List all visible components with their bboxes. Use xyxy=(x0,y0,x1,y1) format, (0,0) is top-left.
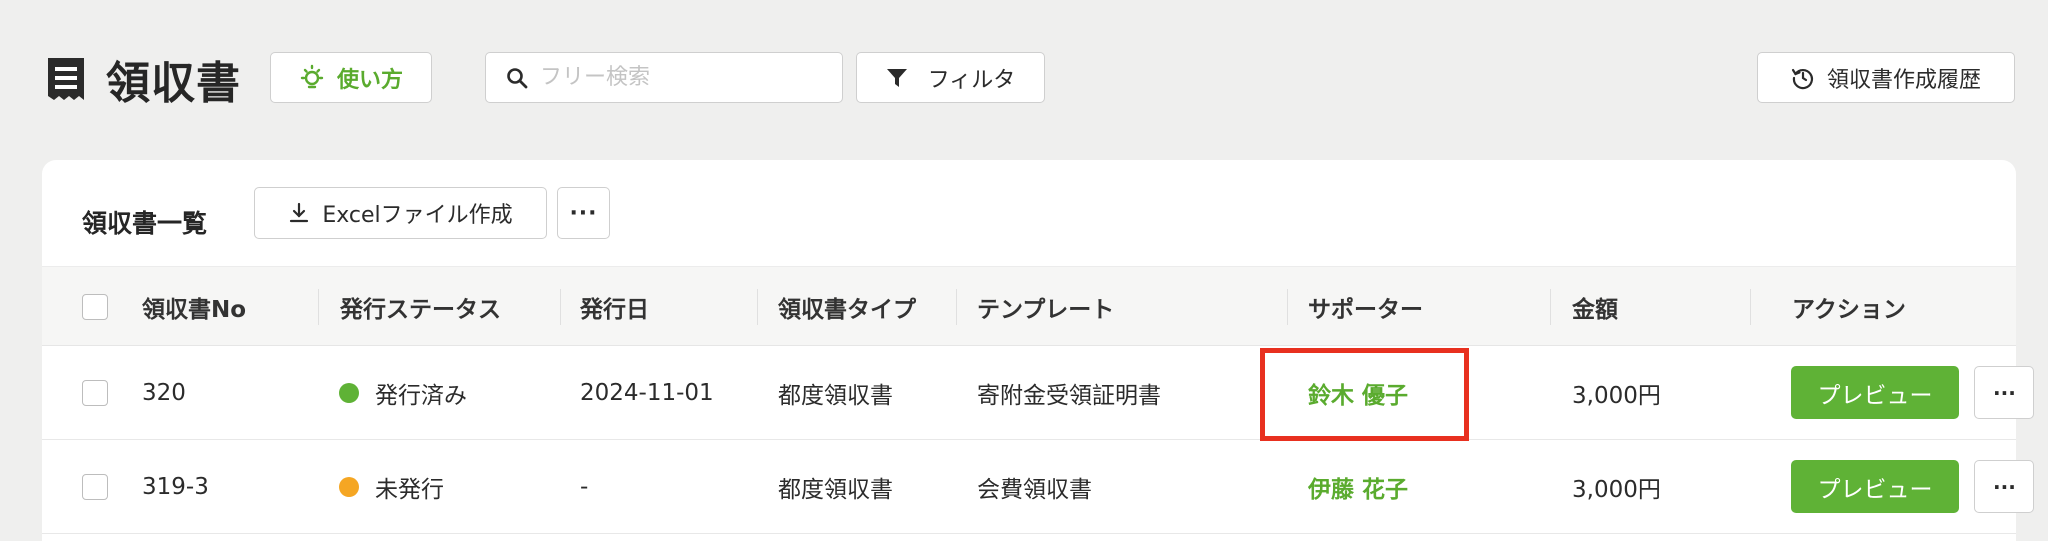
page-header: 領収書 使い方 フィルタ xyxy=(0,0,2048,150)
preview-button[interactable]: プレビュー xyxy=(1791,460,1959,513)
preview-button[interactable]: プレビュー xyxy=(1791,366,1959,419)
amount: 3,000円 xyxy=(1572,477,1661,503)
filter-label: フィルタ xyxy=(927,67,1016,93)
history-icon xyxy=(1791,68,1814,89)
template: 会費領収書 xyxy=(977,477,1092,503)
status-text: 未発行 xyxy=(375,477,444,503)
howto-label: 使い方 xyxy=(336,67,403,93)
lightbulb-icon xyxy=(300,64,324,88)
col-receipt-no[interactable]: 領収書No xyxy=(142,267,246,347)
receipt-no: 320 xyxy=(142,380,186,406)
page-title-text: 領収書 xyxy=(106,58,241,109)
issue-date: 2024-11-01 xyxy=(580,380,714,406)
page-title: 領収書 xyxy=(46,48,241,110)
col-divider xyxy=(318,289,319,325)
funnel-icon xyxy=(886,68,907,87)
col-action: アクション xyxy=(1792,297,1906,323)
table-header: 領収書No 発行ステータス 発行日 領収書タイプ テンプレート サポーター 金額… xyxy=(42,266,2016,346)
table-row[interactable]: 320 発行済み 2024-11-01 都度領収書 寄附金受領証明書 鈴木 優子… xyxy=(42,346,2034,440)
status-cell: 発行済み xyxy=(339,346,467,440)
row-more-button[interactable]: ··· xyxy=(1974,460,2034,513)
issue-date: - xyxy=(580,474,589,500)
history-label: 領収書作成履歴 xyxy=(1826,67,1981,93)
receipt-type: 都度領収書 xyxy=(778,383,893,409)
select-all-checkbox[interactable] xyxy=(82,294,108,320)
col-amount[interactable]: 金額 xyxy=(1572,267,1618,347)
excel-label: Excelファイル作成 xyxy=(322,203,513,228)
col-type[interactable]: 領収書タイプ xyxy=(778,267,916,347)
col-divider xyxy=(1750,289,1751,325)
supporter-link[interactable]: 鈴木 優子 xyxy=(1308,346,1408,440)
card-more-button[interactable]: ··· xyxy=(557,187,610,239)
col-divider xyxy=(1550,289,1551,325)
status-dot xyxy=(339,477,359,497)
receipt-no: 319-3 xyxy=(142,474,209,500)
excel-export-button[interactable]: Excelファイル作成 xyxy=(254,187,547,239)
download-icon xyxy=(290,202,309,223)
filter-button[interactable]: フィルタ xyxy=(856,52,1045,103)
receipt-type: 都度領収書 xyxy=(778,477,893,503)
receipt-list-card: 領収書一覧 Excelファイル作成 ··· 領収書No 発行ステータス 発行日 … xyxy=(42,160,2034,541)
row-more-button[interactable]: ··· xyxy=(1974,366,2034,419)
col-status[interactable]: 発行ステータス xyxy=(340,267,501,347)
receipt-icon xyxy=(48,58,84,100)
col-divider xyxy=(1287,289,1288,325)
status-dot xyxy=(339,383,359,403)
amount: 3,000円 xyxy=(1572,383,1661,409)
template: 寄附金受領証明書 xyxy=(977,383,1161,409)
card-title: 領収書一覧 xyxy=(82,209,208,238)
row-checkbox[interactable] xyxy=(82,380,108,406)
col-template[interactable]: テンプレート xyxy=(977,267,1114,347)
col-supporter[interactable]: サポーター xyxy=(1308,267,1423,347)
search-input[interactable] xyxy=(540,65,820,90)
status-cell: 未発行 xyxy=(339,440,444,534)
history-button[interactable]: 領収書作成履歴 xyxy=(1757,52,2015,103)
col-divider xyxy=(757,289,758,325)
row-checkbox[interactable] xyxy=(82,474,108,500)
search-box[interactable] xyxy=(485,52,843,103)
col-divider xyxy=(560,289,561,325)
status-text: 発行済み xyxy=(375,383,467,409)
search-icon xyxy=(507,67,528,88)
col-divider xyxy=(956,289,957,325)
supporter-link[interactable]: 伊藤 花子 xyxy=(1308,440,1408,534)
table-row[interactable]: 319-3 未発行 - 都度領収書 会費領収書 伊藤 花子 3,000円 プレビ… xyxy=(42,440,2034,534)
howto-button[interactable]: 使い方 xyxy=(270,52,432,103)
col-issue-date[interactable]: 発行日 xyxy=(580,267,649,347)
